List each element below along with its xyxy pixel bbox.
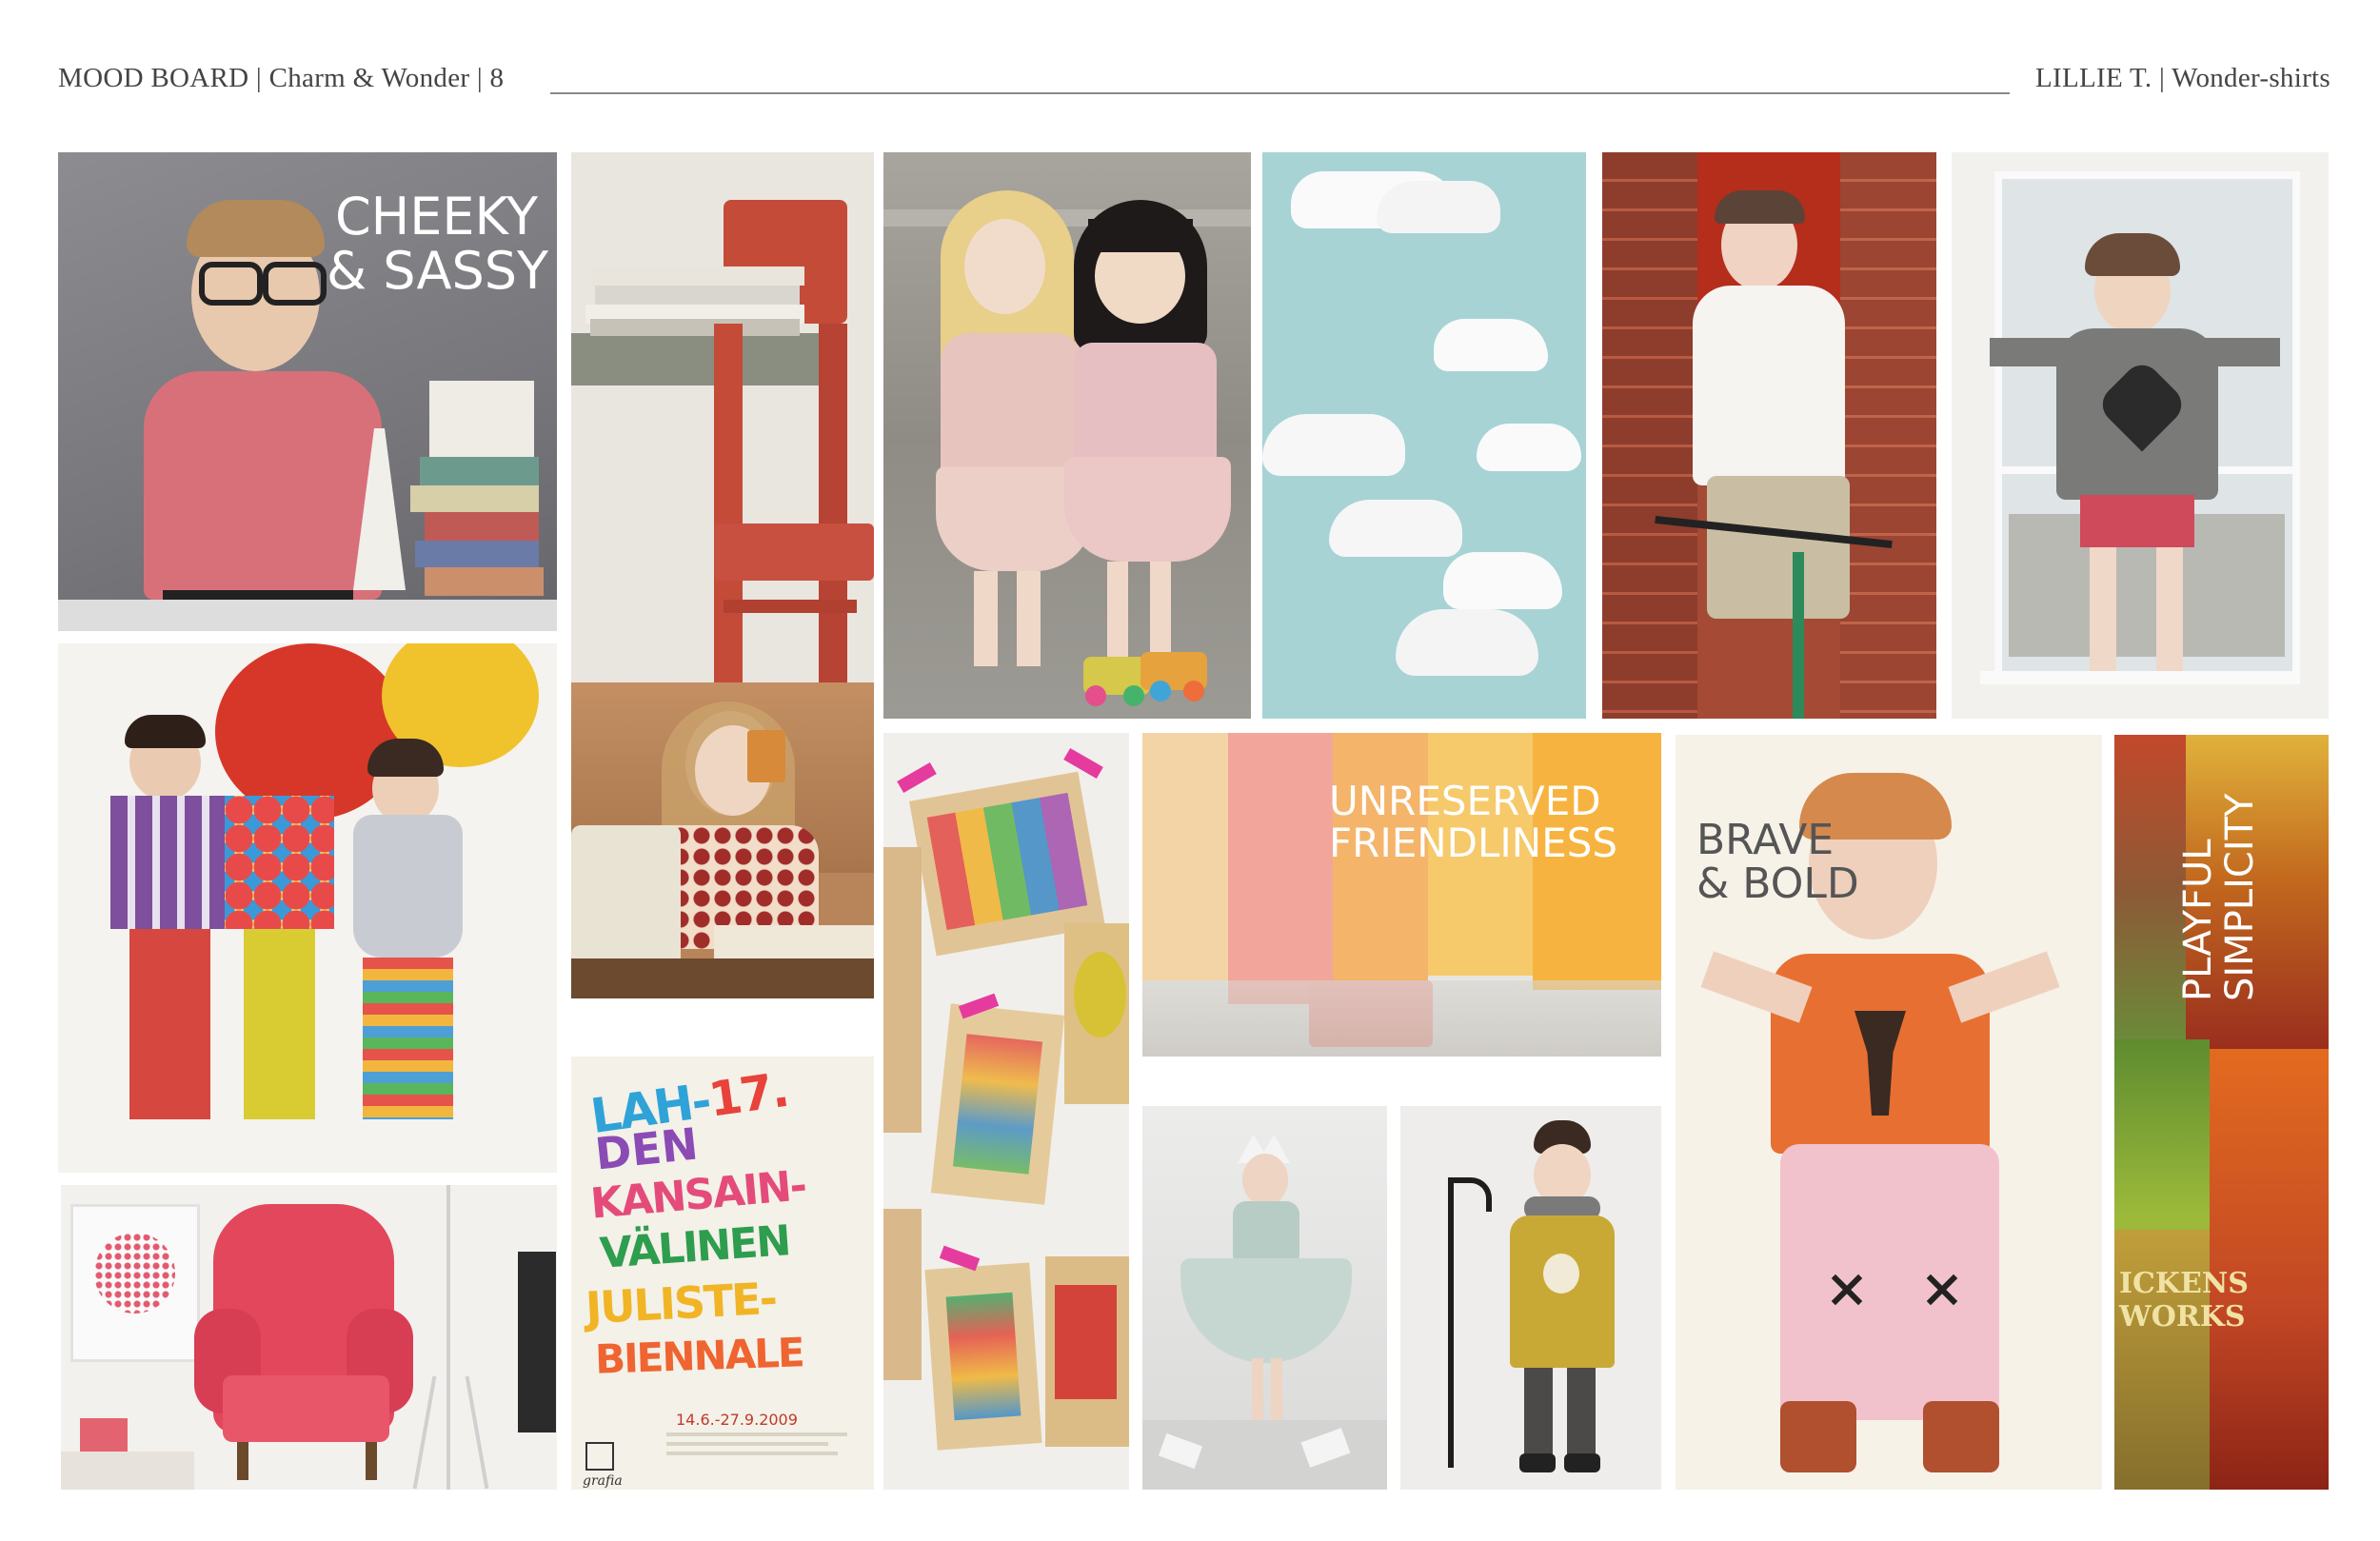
caption-cheeky-line2: & SASSY bbox=[327, 240, 549, 301]
book-spine-title: ICKENS WORKS bbox=[2119, 1267, 2249, 1334]
photo-paper-rolls: UNRESERVED FRIENDLINESS bbox=[1142, 733, 1661, 1057]
photo-woman-desk-book bbox=[571, 682, 874, 998]
photo-kids-balloons bbox=[58, 643, 557, 1173]
caption-cheeky-line1: CHEEKY bbox=[334, 187, 538, 247]
poster-line1b: 17. bbox=[704, 1061, 791, 1128]
photo-pink-armchair bbox=[61, 1185, 557, 1490]
header-author: LILLIE T. | Wonder-shirts bbox=[2035, 63, 2330, 93]
photo-red-school-chair bbox=[571, 152, 874, 714]
photo-old-books: ICKENS WORKS PLAYFUL SIMPLICITY bbox=[2114, 735, 2329, 1490]
photo-cheeky-girl: CHEEKY & SASSY bbox=[58, 152, 557, 631]
photo-girl-pale-dress bbox=[1142, 1106, 1387, 1490]
caption-unreserved-line1: UNRESERVED bbox=[1329, 778, 1601, 824]
caption-brave-line1: BRAVE bbox=[1696, 816, 1835, 864]
poster-juliste-biennale: LAH-17. DEN KANSAIN- VÄLINEN JULISTE- BI… bbox=[571, 1057, 874, 1490]
poster-line5: JULISTE- bbox=[584, 1272, 778, 1334]
caption-playful-line1: PLAYFUL bbox=[2176, 839, 2220, 1001]
poster-line2: DEN bbox=[592, 1117, 701, 1180]
caption-brave-line2: & BOLD bbox=[1696, 859, 1859, 909]
photo-paper-clouds bbox=[1262, 152, 1586, 719]
header-title: MOOD BOARD | Charm & Wonder | 8 bbox=[58, 63, 505, 93]
poster-brand: grafia bbox=[583, 1473, 623, 1489]
caption-playful-line2: SIMPLICITY bbox=[2218, 793, 2262, 1002]
photo-girls-roller-skates bbox=[883, 152, 1251, 719]
photo-child-mustard-top bbox=[1400, 1106, 1661, 1490]
poster-dates: 14.6.-27.9.2009 bbox=[676, 1411, 798, 1429]
poster-line6: BIENNALE bbox=[594, 1329, 804, 1383]
photo-woman-bicycle bbox=[1602, 152, 1936, 719]
photo-brave-girl-deer-shirt: BRAVE & BOLD bbox=[1676, 735, 2102, 1490]
photo-taped-drawings bbox=[883, 733, 1129, 1490]
caption-unreserved-line2: FRIENDLINESS bbox=[1329, 820, 1618, 867]
poster-line4: VÄLINEN bbox=[598, 1216, 791, 1278]
photo-girl-window-heart bbox=[1952, 152, 2329, 719]
header-divider bbox=[550, 92, 2010, 94]
